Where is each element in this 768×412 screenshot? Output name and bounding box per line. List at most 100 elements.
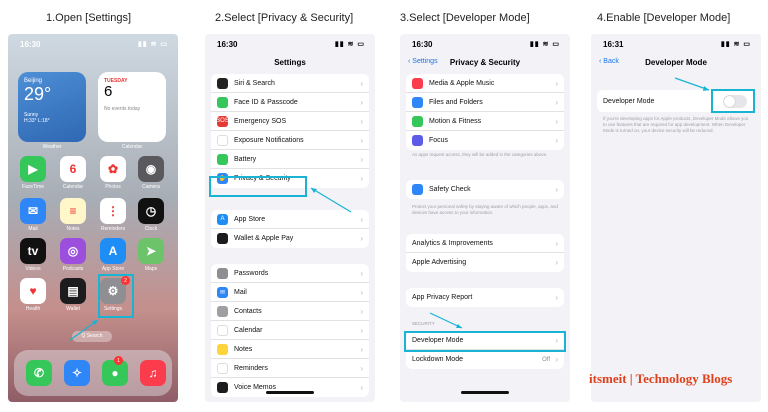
signal-icons: ▮▮ ≋ ▭ <box>720 41 751 48</box>
settings-row-passwords[interactable]: Passwords › <box>211 264 369 283</box>
step-2-title: 2.Select [Privacy & Security] <box>215 12 354 24</box>
settings-row-media-apple-music[interactable]: Media & Apple Music › <box>406 74 564 93</box>
notes-icon[interactable]: ≡ <box>60 198 86 224</box>
app-label: FaceTime <box>21 184 45 190</box>
moon-icon <box>412 135 423 146</box>
chevron-right-icon: › <box>360 135 363 145</box>
chevron-right-icon: › <box>360 363 363 373</box>
phone-icon[interactable]: ✆ <box>26 360 52 386</box>
chevron-right-icon: › <box>360 174 363 183</box>
settings-row-notes[interactable]: Notes › <box>211 340 369 359</box>
settings-group-1: Siri & Search › Face ID & Passcode › SOS Emer… <box>211 74 369 188</box>
chevron-right-icon: › <box>360 325 363 335</box>
settings-row-wallet-apple-pay[interactable]: Wallet & Apple Pay › <box>211 229 369 248</box>
page-title: Settings <box>274 58 306 67</box>
step-4-title: 4.Enable [Developer Mode] <box>597 12 731 24</box>
tv-icon[interactable]: tv <box>20 238 46 264</box>
row-label: Voice Memos <box>234 384 277 391</box>
status-time: 16:30 <box>217 40 238 49</box>
health-icon[interactable]: ♥ <box>20 278 46 304</box>
privacy-group-2: Safety Check › <box>406 180 564 199</box>
mail-icon[interactable]: ✉ <box>20 198 46 224</box>
chevron-right-icon: › <box>360 306 363 316</box>
app-label: App Store <box>101 266 125 272</box>
app-label: Notes <box>66 226 80 232</box>
chevron-right-icon: › <box>555 136 558 145</box>
settings-row-face-id-passcode[interactable]: Face ID & Passcode › <box>211 93 369 112</box>
chevron-right-icon: › <box>555 293 558 302</box>
settings-row-emergency-sos[interactable]: SOS Emergency SOS › <box>211 112 369 131</box>
app-label: Clock <box>144 226 158 232</box>
chevron-right-icon: › <box>360 234 363 243</box>
row-label: Contacts <box>234 307 262 315</box>
app-label: Calendar <box>62 184 84 190</box>
settings-row-reminders[interactable]: Reminders › <box>211 359 369 378</box>
music-icon[interactable]: ♫ <box>140 360 166 386</box>
notes-icon <box>217 343 228 355</box>
row-label: Face ID & Passcode <box>234 98 298 106</box>
folder-icon <box>412 96 423 108</box>
pointer-arrow-4 <box>674 77 710 91</box>
clock-icon[interactable]: ◷ <box>138 198 164 224</box>
settings-row-safety-check[interactable]: Safety Check › <box>406 180 564 199</box>
row-label: Battery <box>234 155 257 163</box>
voice-memos-icon <box>217 382 228 393</box>
row-label: Siri & Search <box>234 79 275 87</box>
row-label: Motion & Fitness <box>429 117 482 125</box>
chevron-right-icon: › <box>360 344 363 354</box>
apps-note: As apps request access, they will be add… <box>412 152 548 157</box>
toggle-highlight-box <box>711 89 755 113</box>
weather-range: H:33° L:18° <box>24 118 50 124</box>
settings-row-lockdown-mode[interactable]: Lockdown Mode Off › <box>406 350 564 369</box>
row-label: App Store <box>234 215 266 223</box>
photos-icon[interactable]: ✿ <box>100 156 126 182</box>
chevron-right-icon: › <box>555 258 558 267</box>
app-label: Health <box>25 306 41 312</box>
settings-row-mail[interactable]: ✉ Mail › <box>211 283 369 302</box>
signal-icons: ▮▮ ≋ ▭ <box>334 41 365 48</box>
camera-icon[interactable]: ◉ <box>138 156 164 182</box>
weather-widget[interactable]: Beijing 29° Sunny H:33° L:18° <box>18 72 86 142</box>
app-label: Reminders <box>100 226 126 232</box>
wallet-icon[interactable]: ▤ <box>60 278 86 304</box>
settings-row-files-and-folders[interactable]: Files and Folders › <box>406 93 564 112</box>
safari-icon[interactable]: ✧ <box>64 360 90 386</box>
chevron-right-icon: › <box>555 116 558 126</box>
privacy-highlight-box <box>209 176 307 197</box>
watermark: itsmeit | Technology Blogs <box>589 371 733 386</box>
reminders-icon[interactable]: ⋮ <box>100 198 126 224</box>
row-label: Exposure Notifications <box>234 136 304 144</box>
calendar-widget[interactable]: TUESDAY 6 No events today <box>98 72 166 142</box>
safety-check-icon <box>412 184 423 195</box>
app-label: Videos <box>25 266 41 272</box>
settings-row-analytics-improvements[interactable]: Analytics & Improvements › <box>406 234 564 253</box>
settings-row-voice-memos[interactable]: Voice Memos › <box>211 378 369 397</box>
mail-icon: ✉ <box>217 286 228 298</box>
facetime-icon[interactable]: ▶ <box>20 156 46 182</box>
chevron-right-icon: › <box>360 116 363 126</box>
settings-row-app-privacy-report[interactable]: App Privacy Report › <box>406 288 564 307</box>
chevron-right-icon: › <box>555 97 558 107</box>
maps-icon[interactable]: ➤ <box>138 238 164 264</box>
settings-row-motion-fitness[interactable]: Motion & Fitness › <box>406 112 564 131</box>
settings-row-contacts[interactable]: Contacts › <box>211 302 369 321</box>
wallet-icon <box>217 233 228 244</box>
page-title: Privacy & Security <box>449 58 521 67</box>
settings-row-siri-search[interactable]: Siri & Search › <box>211 74 369 93</box>
pointer-arrow-3 <box>429 312 463 329</box>
signal-icons: ▮▮ ≋ ▭ <box>529 41 560 48</box>
app-store-icon: A <box>217 213 228 225</box>
app-label: Mail <box>28 226 38 232</box>
chevron-right-icon: › <box>555 238 558 248</box>
settings-highlight-box <box>98 274 134 318</box>
app-store-icon[interactable]: A <box>100 238 126 264</box>
settings-row-calendar[interactable]: Calendar › <box>211 321 369 340</box>
calendar-icon[interactable]: 6 <box>60 156 86 182</box>
settings-row-battery[interactable]: Battery › <box>211 150 369 169</box>
settings-row-apple-advertising[interactable]: Apple Advertising › <box>406 253 564 272</box>
battery-icon <box>217 153 228 165</box>
settings-row-exposure-notifications[interactable]: Exposure Notifications › <box>211 131 369 150</box>
calendar-icon <box>217 324 228 336</box>
settings-row-focus[interactable]: Focus › <box>406 131 564 150</box>
podcasts-icon[interactable]: ◎ <box>60 238 86 264</box>
